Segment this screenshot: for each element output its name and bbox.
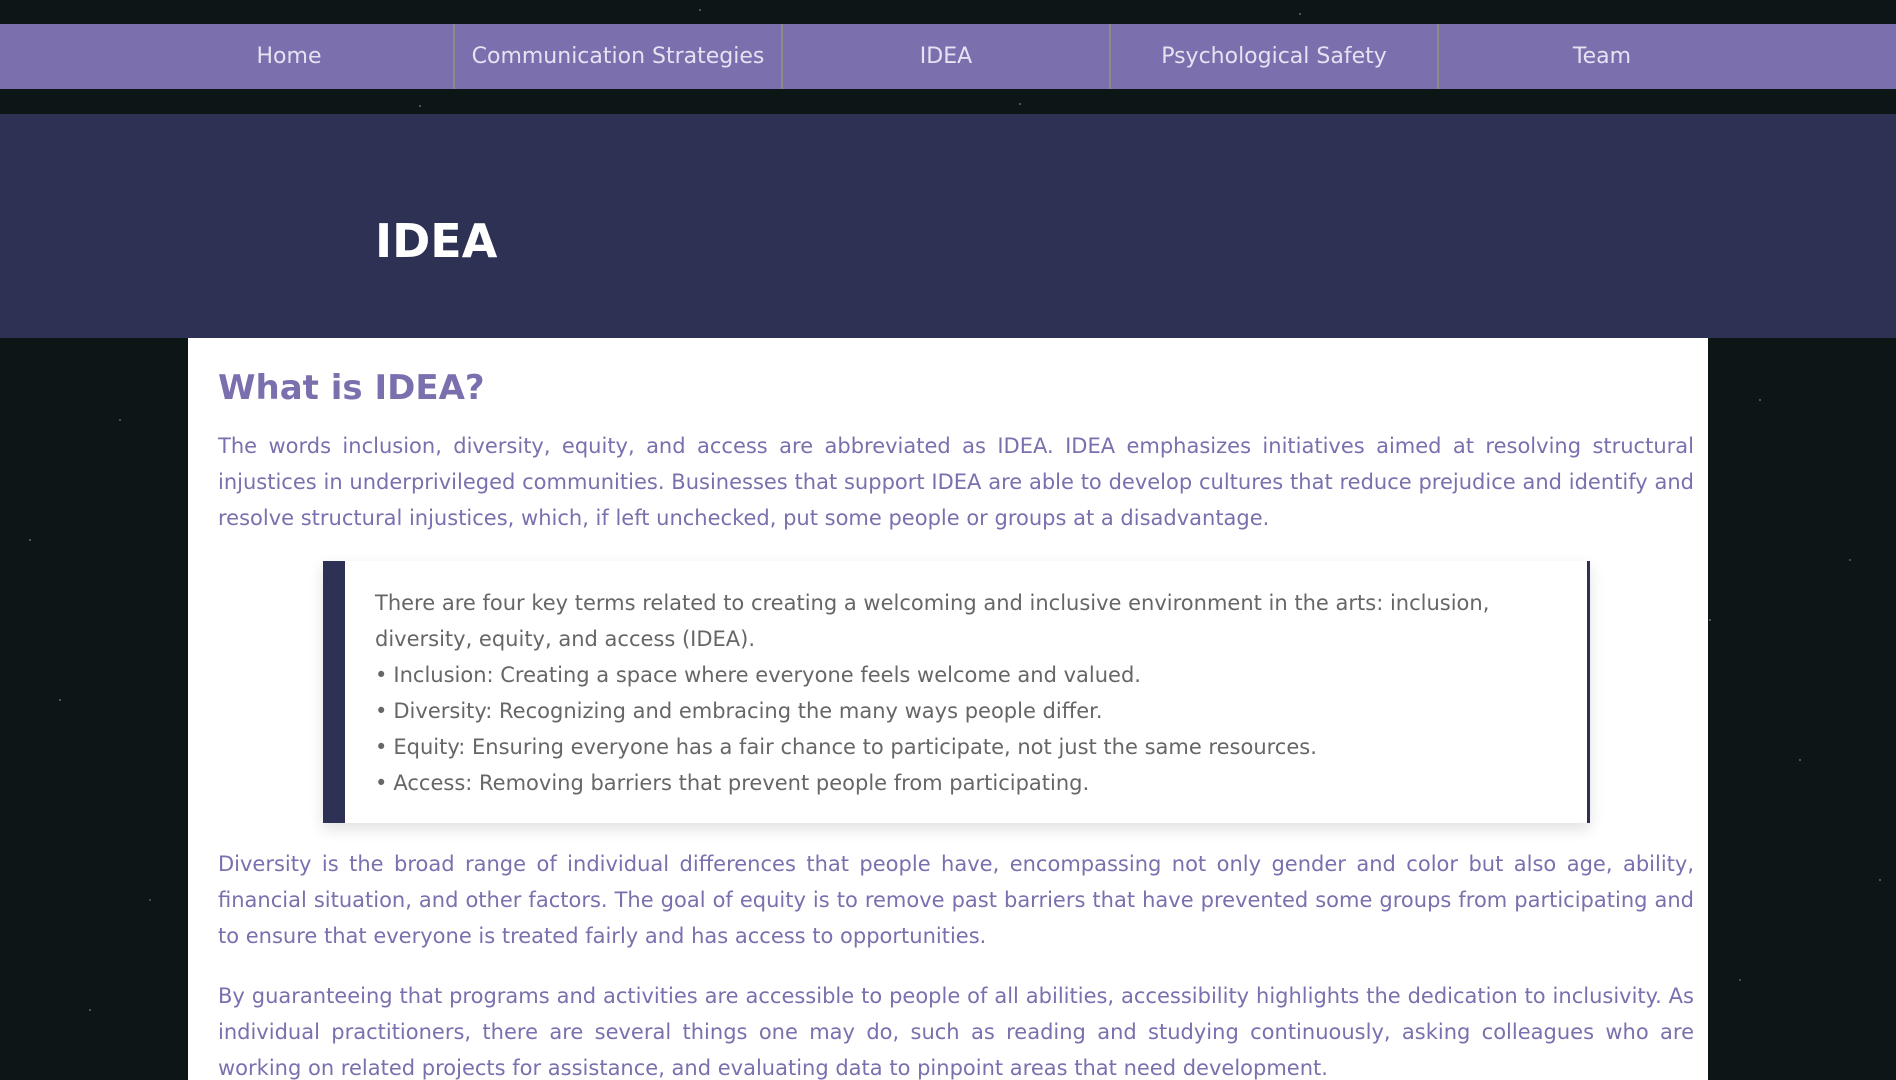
diversity-paragraph: Diversity is the broad range of individu… [218, 852, 1694, 948]
key-terms-list: Inclusion: Creating a space where everyo… [375, 657, 1561, 801]
key-terms-callout: There are four key terms related to crea… [323, 561, 1590, 823]
main-navbar: Home Communication Strategies IDEA Psych… [0, 24, 1896, 89]
list-item-inclusion: Inclusion: Creating a space where everyo… [375, 657, 1561, 693]
accessibility-paragraph: By guaranteeing that programs and activi… [218, 984, 1694, 1080]
nav-item-team[interactable]: Team [1437, 24, 1765, 89]
content-panel: What is IDEA? The words inclusion, diver… [188, 338, 1708, 1080]
nav-item-communication-strategies[interactable]: Communication Strategies [453, 24, 781, 89]
nav-item-psychological-safety[interactable]: Psychological Safety [1109, 24, 1437, 89]
callout-lead: There are four key terms related to crea… [375, 591, 1490, 651]
nav-item-home[interactable]: Home [125, 24, 453, 89]
page-title: IDEA [375, 214, 498, 268]
list-item-access: Access: Removing barriers that prevent p… [375, 765, 1561, 801]
intro-paragraph: The words inclusion, diversity, equity, … [218, 434, 1694, 530]
hero-banner: IDEA [0, 114, 1896, 338]
list-item-diversity: Diversity: Recognizing and embracing the… [375, 693, 1561, 729]
list-item-equity: Equity: Ensuring everyone has a fair cha… [375, 729, 1561, 765]
section-heading: What is IDEA? [218, 368, 485, 408]
nav-item-idea[interactable]: IDEA [781, 24, 1109, 89]
